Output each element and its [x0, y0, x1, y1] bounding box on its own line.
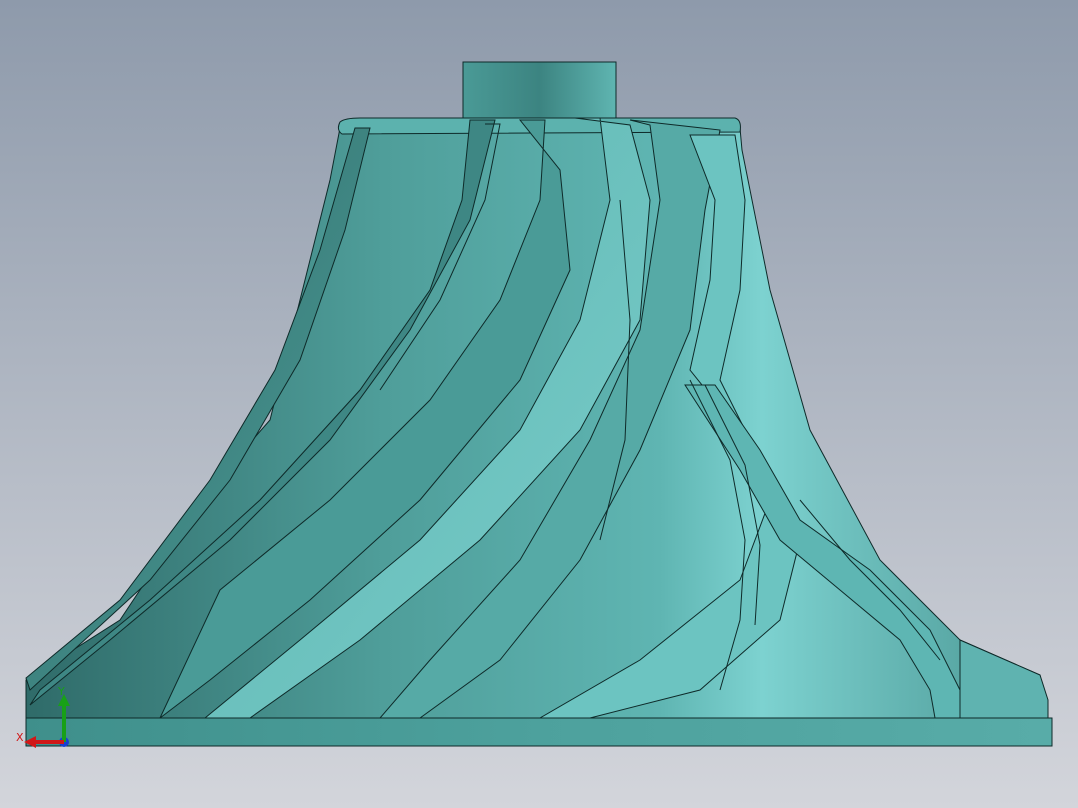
coordinate-triad: X Y [10, 680, 80, 755]
base-plate[interactable] [25, 717, 1053, 747]
impeller-model[interactable] [0, 0, 1078, 808]
graphics-viewport[interactable]: X Y [0, 0, 1078, 808]
triad-y-label: Y [58, 685, 65, 698]
triad-x-label: X [16, 731, 24, 744]
shaft[interactable] [462, 61, 617, 121]
